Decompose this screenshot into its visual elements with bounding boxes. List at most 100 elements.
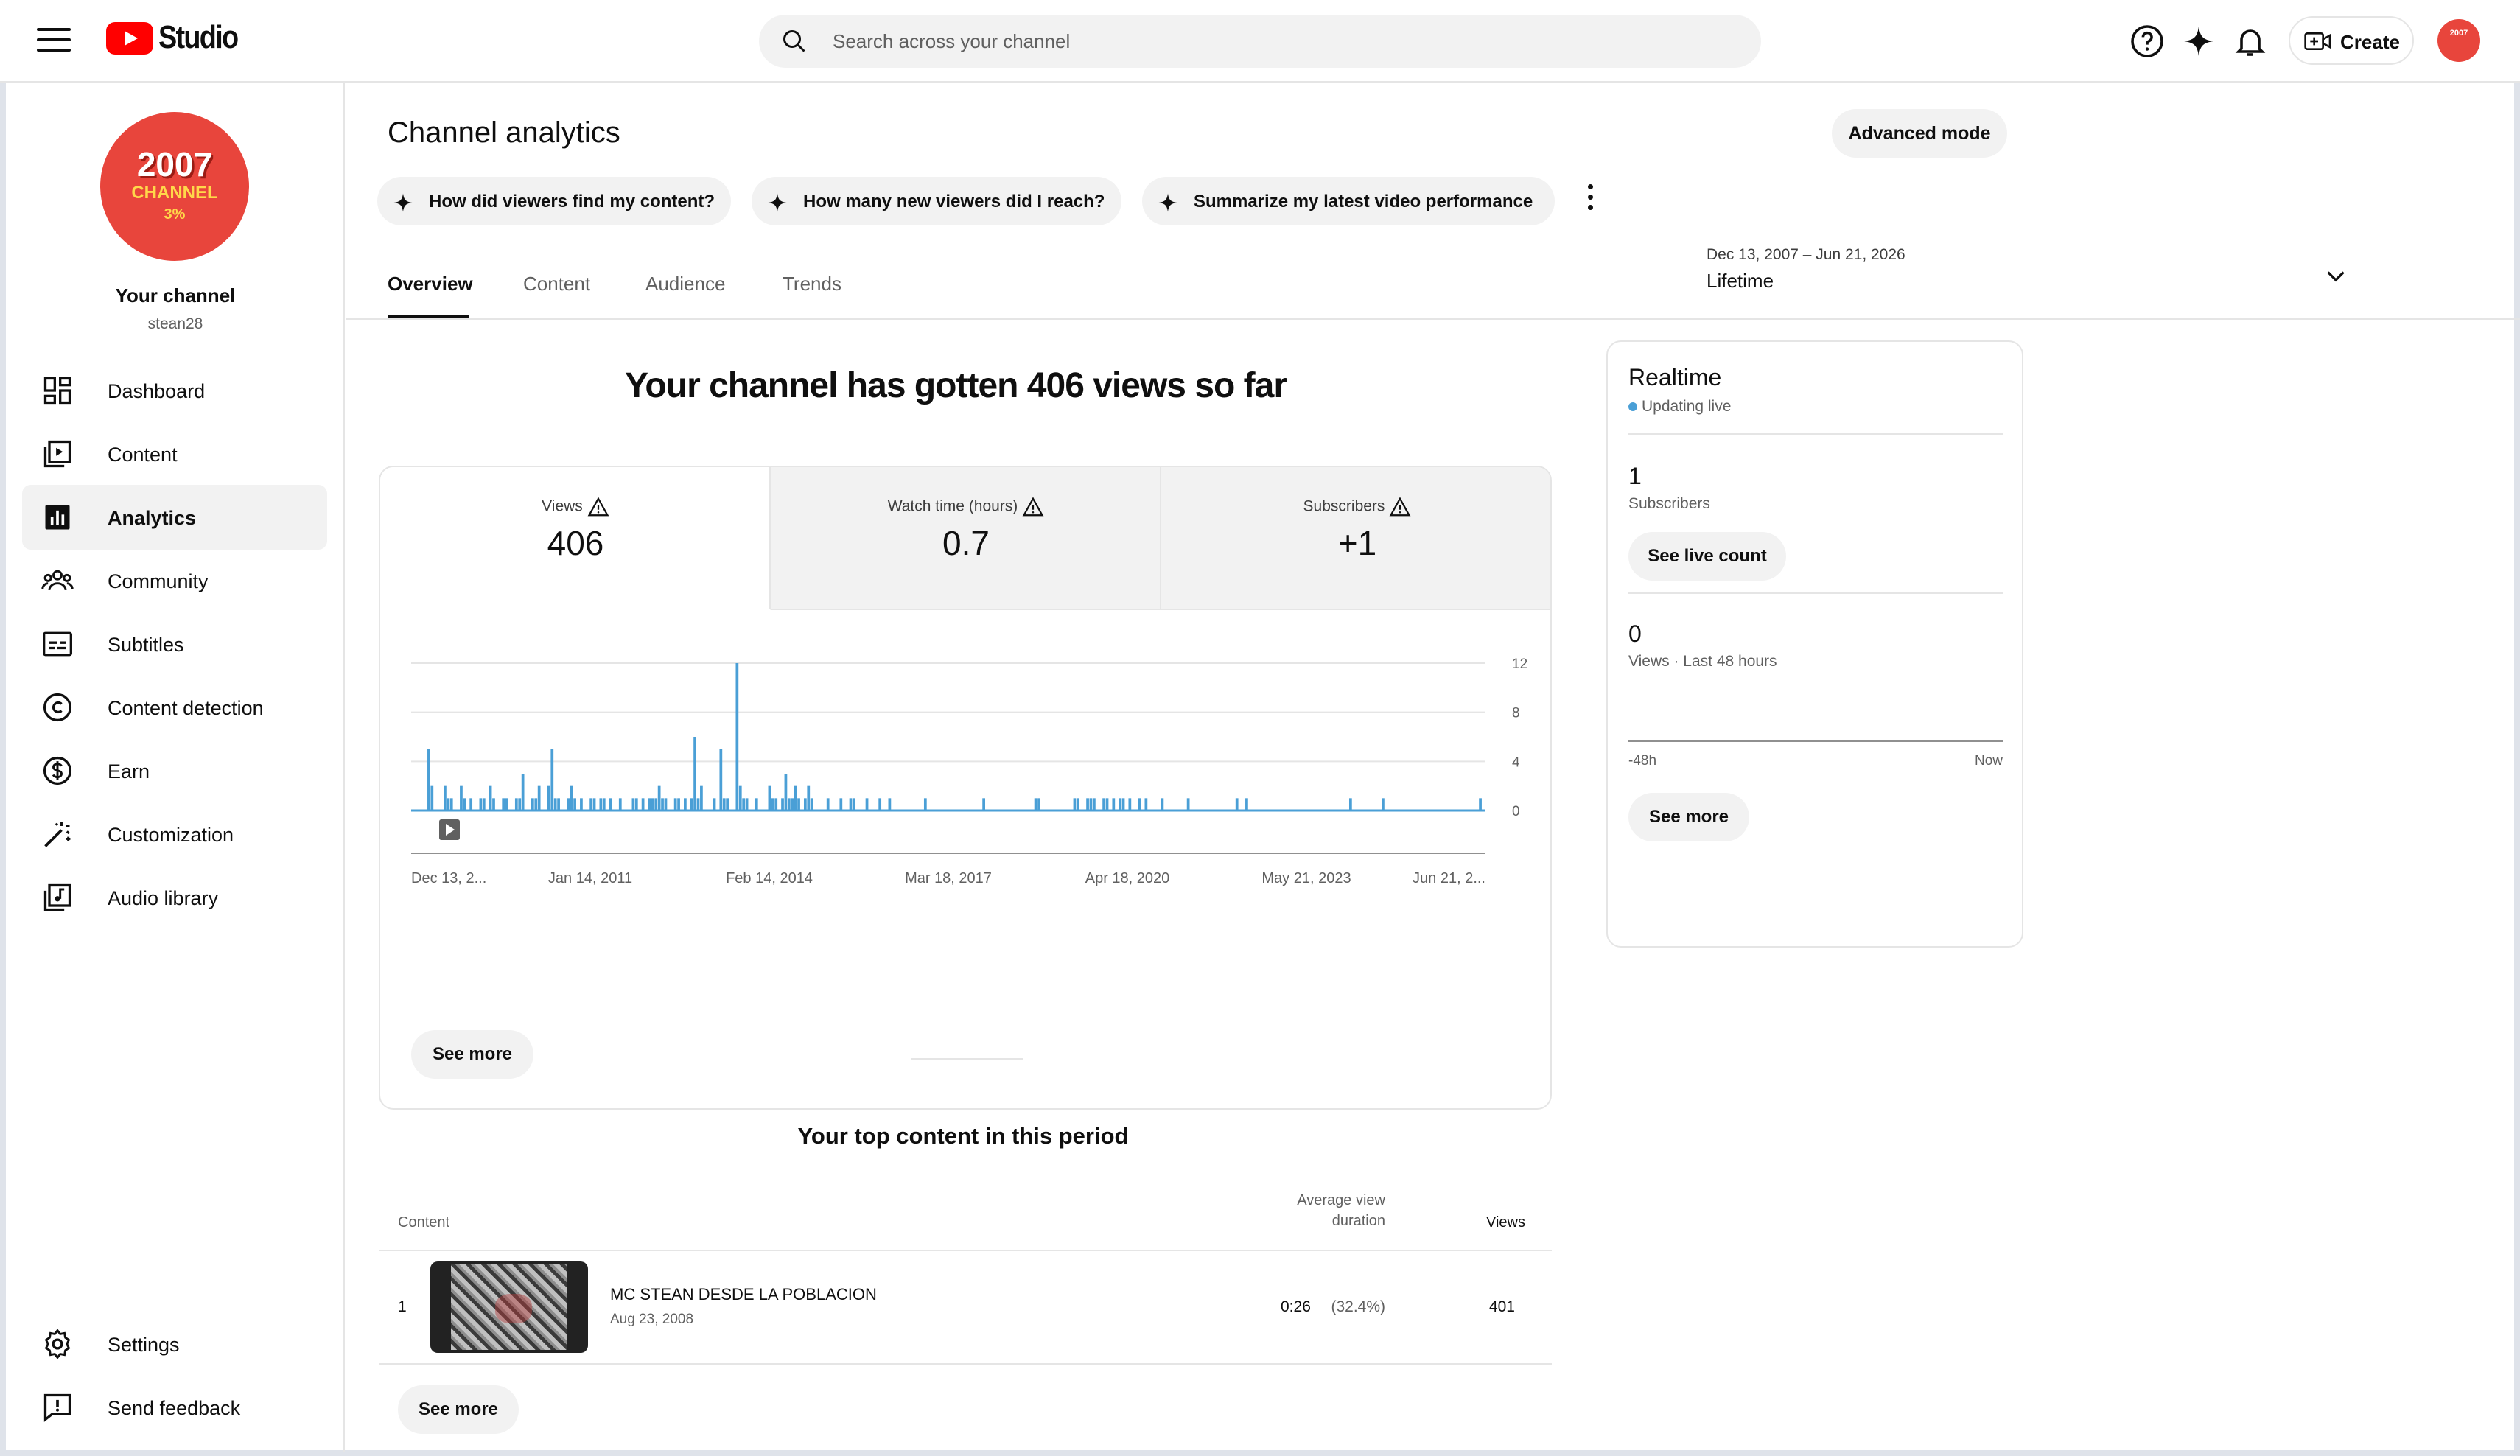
realtime-subscribers-label: Subscribers — [1628, 495, 1710, 512]
chevron-down-icon[interactable] — [2323, 262, 2349, 289]
create-button[interactable]: Create — [2289, 16, 2414, 65]
sidebar-item-analytics[interactable]: Analytics — [22, 485, 327, 550]
realtime-see-more-button[interactable]: See more — [1628, 793, 1749, 841]
suggestion-chip[interactable]: Summarize my latest video performance — [1142, 177, 1555, 225]
metric-label-text: Views — [542, 497, 583, 515]
metric-tab-views[interactable]: Views 406 — [380, 467, 771, 610]
video-thumbnail[interactable] — [430, 1261, 588, 1353]
sidebar-item-customization[interactable]: Customization — [22, 802, 327, 867]
tab-overview[interactable]: Overview — [388, 273, 473, 295]
chart-bar — [570, 785, 573, 811]
channel-handle: stean28 — [147, 315, 203, 332]
video-title[interactable]: MC STEAN DESDE LA POBLACION — [610, 1285, 877, 1304]
warning-icon[interactable] — [587, 497, 609, 517]
search-input[interactable] — [833, 25, 1717, 57]
column-header-avg-duration-line1: Average view — [1297, 1192, 1385, 1208]
suggestion-chip-label: How many new viewers did I reach? — [803, 192, 1105, 211]
chart-bar — [797, 798, 800, 811]
bell-icon[interactable] — [2233, 24, 2268, 59]
y-tick-label: 8 — [1512, 706, 1520, 721]
chart-bar — [547, 785, 550, 811]
chart-bar — [826, 798, 830, 811]
metric-tab-subscribers[interactable]: Subscribers +1 — [1161, 467, 1550, 610]
sidebar-item-content[interactable]: Content — [22, 421, 327, 486]
sidebar-item-community[interactable]: Community — [22, 548, 327, 613]
chart-bar — [661, 798, 664, 811]
search-bar[interactable] — [759, 15, 1761, 68]
chart-bar — [1348, 798, 1352, 811]
top-content-see-more-button[interactable]: See more — [398, 1385, 519, 1434]
menu-icon[interactable] — [37, 28, 71, 55]
sparkle-icon[interactable] — [2181, 24, 2216, 59]
sparkle-icon — [393, 193, 413, 212]
chart-bar — [444, 785, 447, 811]
date-period-text[interactable]: Lifetime — [1707, 270, 1774, 293]
suggestion-chip[interactable]: How many new viewers did I reach? — [752, 177, 1121, 225]
key-metrics-card: Views 406 Watch time (hours) 0.7 Subscri… — [379, 466, 1552, 1110]
chart-bar — [514, 798, 518, 811]
account-avatar[interactable]: 2007 — [2437, 19, 2480, 62]
warning-icon[interactable] — [1022, 497, 1044, 517]
youtube-logo-icon[interactable] — [106, 22, 153, 55]
chart-bar — [1105, 798, 1109, 811]
chart-bar — [534, 798, 538, 811]
sidebar-item-label: Earn — [108, 760, 150, 783]
tab-content[interactable]: Content — [523, 273, 590, 295]
views-chart[interactable]: 12 8 4 0 Dec 13, 2... Jan 14, 2011 Feb 14, 201… — [380, 610, 1552, 934]
sidebar-item-content-detection[interactable]: Content detection — [22, 675, 327, 740]
sidebar-item-settings[interactable]: Settings — [22, 1312, 327, 1376]
chart-bar — [1076, 798, 1079, 811]
sidebar-item-audio-library[interactable]: Audio library — [22, 865, 327, 930]
video-published-marker-icon[interactable] — [439, 819, 460, 840]
more-options-icon[interactable] — [1583, 184, 1597, 217]
sidebar-item-dashboard[interactable]: Dashboard — [22, 358, 327, 423]
chart-bar — [1235, 798, 1239, 811]
search-icon[interactable] — [781, 28, 808, 55]
chart-bar — [1161, 798, 1164, 811]
main-content: Channel analytics Advanced mode How did … — [346, 83, 2520, 1452]
y-tick-label: 0 — [1512, 804, 1520, 819]
row-rank: 1 — [398, 1298, 407, 1315]
chart-see-more-button[interactable]: See more — [411, 1030, 533, 1079]
chart-bar — [449, 798, 453, 811]
chart-bar — [609, 798, 612, 811]
warning-icon[interactable] — [1389, 497, 1411, 517]
sidebar-item-send-feedback[interactable]: Send feedback — [22, 1375, 327, 1440]
chart-bar — [1119, 798, 1121, 811]
sidebar-item-subtitles[interactable]: Subtitles — [22, 612, 327, 676]
channel-avatar[interactable]: 2007 CHANNEL 3% — [100, 112, 249, 261]
realtime-views-value: 0 — [1628, 620, 1642, 647]
metric-value: 0.7 — [942, 524, 990, 562]
studio-logo-text[interactable]: Studio — [158, 19, 239, 56]
chart-bar — [684, 798, 687, 811]
magic-wand-icon — [44, 822, 71, 847]
chart-bar — [589, 798, 593, 811]
sidebar-item-label: Dashboard — [108, 380, 206, 402]
chart-bar — [479, 798, 483, 811]
advanced-mode-button[interactable]: Advanced mode — [1832, 109, 2007, 158]
metric-tab-watch-time[interactable]: Watch time (hours) 0.7 — [771, 467, 1161, 610]
chart-bar — [489, 785, 492, 811]
chart-bar — [482, 798, 486, 811]
sidebar: 2007 CHANNEL 3% Your channel stean28 Das… — [6, 83, 345, 1452]
chart-bar — [794, 785, 797, 811]
tab-trends[interactable]: Trends — [783, 273, 841, 295]
video-date: Aug 23, 2008 — [610, 1312, 694, 1327]
sparkle-icon — [1158, 193, 1177, 212]
date-range-text[interactable]: Dec 13, 2007 – Jun 21, 2026 — [1707, 246, 1905, 264]
sidebar-item-earn[interactable]: Earn — [22, 738, 327, 803]
chart-bar — [648, 798, 651, 811]
help-icon[interactable] — [2129, 24, 2165, 59]
see-live-count-button[interactable]: See live count — [1628, 532, 1786, 581]
channel-avatar-line1: 2007 — [136, 145, 213, 183]
chart-bar — [1128, 798, 1132, 811]
chart-bar — [553, 798, 557, 811]
chart-bar — [1245, 798, 1248, 811]
chart-bar — [690, 798, 693, 811]
suggestion-chip-label: How did viewers find my content? — [429, 192, 715, 211]
tab-audience[interactable]: Audience — [645, 273, 725, 295]
chart-bar — [768, 785, 771, 811]
chart-bar — [463, 798, 466, 811]
suggestion-chip[interactable]: How did viewers find my content? — [377, 177, 731, 225]
chart-bar — [1121, 798, 1125, 811]
